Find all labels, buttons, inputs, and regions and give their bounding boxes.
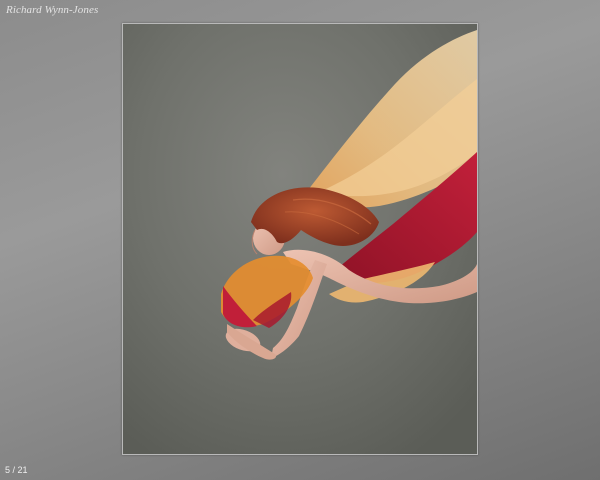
site-title[interactable]: Richard Wynn-Jones xyxy=(6,4,98,16)
main-photo[interactable] xyxy=(122,23,478,455)
image-counter: 5 / 21 xyxy=(5,465,28,475)
photo-image xyxy=(123,24,477,454)
